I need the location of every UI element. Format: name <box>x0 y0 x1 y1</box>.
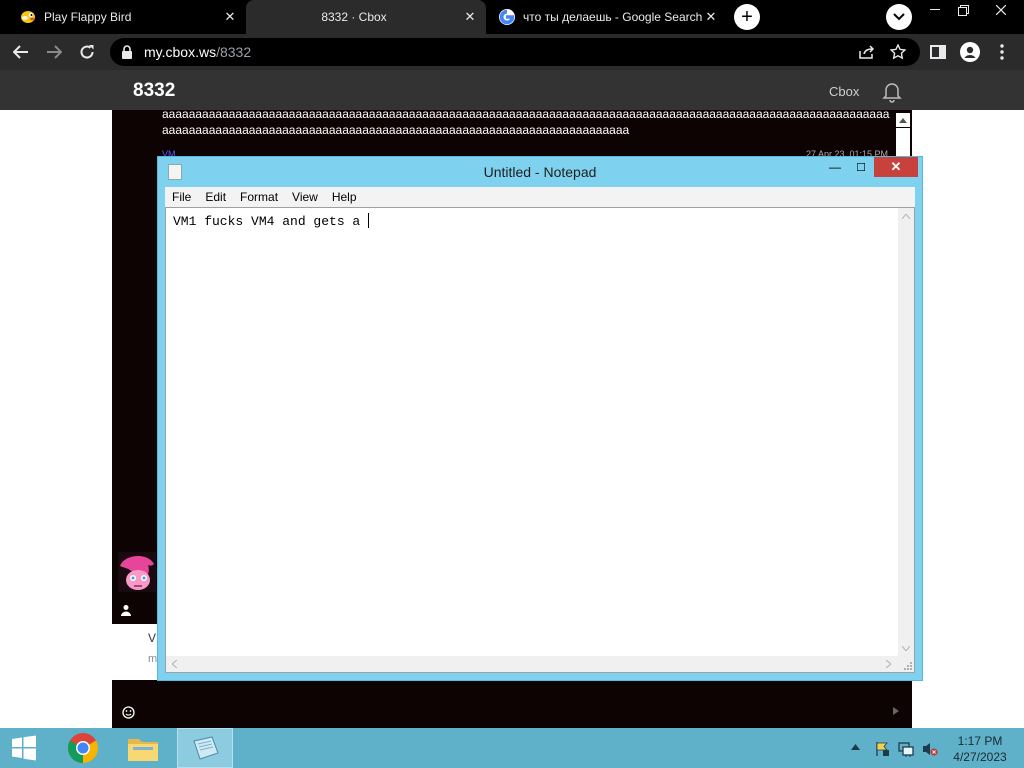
window-restore-button[interactable] <box>948 0 978 20</box>
chevron-down-icon <box>893 13 905 21</box>
notepad-title: Untitled - Notepad <box>483 164 597 180</box>
share-button[interactable] <box>855 40 879 64</box>
tab-title: 8332 · Cbox <box>321 10 387 24</box>
tab-close-icon[interactable]: ✕ <box>462 9 478 25</box>
browser-toolbar: my.cbox.ws/8332 <box>0 34 1024 70</box>
menu-file[interactable]: File <box>165 190 198 204</box>
action-center-flag-icon[interactable] <box>874 741 890 762</box>
side-panel-button[interactable] <box>926 40 950 64</box>
notepad-horizontal-scrollbar[interactable] <box>166 656 898 672</box>
address-host: my.cbox.ws <box>144 44 217 60</box>
restore-icon <box>957 4 969 16</box>
menu-edit[interactable]: Edit <box>198 190 233 204</box>
address-bar[interactable]: my.cbox.ws/8332 <box>110 38 920 66</box>
notepad-minimize-button[interactable]: — <box>822 157 848 177</box>
network-icon[interactable] <box>898 741 914 762</box>
page-title: 8332 <box>133 80 176 101</box>
scroll-down-icon[interactable] <box>901 643 911 653</box>
menu-format[interactable]: Format <box>233 190 285 204</box>
profile-button[interactable] <box>958 40 982 64</box>
tab-close-icon[interactable]: ✕ <box>703 9 719 25</box>
tab-title: Play Flappy Bird <box>44 10 132 24</box>
notepad-vertical-scrollbar[interactable] <box>898 208 914 656</box>
profile-icon <box>960 42 980 62</box>
more-vertical-icon <box>1000 44 1004 60</box>
arrow-right-icon <box>47 45 62 59</box>
chat-message: aaaaaaaaaaaaaaaaaaaaaaaaaaaaaaaaaaaaaaaa… <box>162 107 890 137</box>
google-icon <box>499 9 515 25</box>
tab-flappy-bird[interactable]: Play Flappy Bird ✕ <box>8 0 246 34</box>
taskbar-chrome-button[interactable] <box>55 728 110 768</box>
window-close-button[interactable] <box>986 0 1016 20</box>
clock-time: 1:17 PM <box>957 734 1003 748</box>
notepad-text: VM1 fucks VM4 and gets a <box>173 214 369 229</box>
scroll-left-icon[interactable] <box>171 659 178 670</box>
flappy-bird-icon <box>20 9 36 25</box>
back-button[interactable] <box>9 40 33 64</box>
address-path: /8332 <box>216 44 252 60</box>
new-tab-button[interactable]: + <box>734 4 760 30</box>
tab-cbox[interactable]: 8332 · Cbox ✕ <box>246 0 486 34</box>
side-panel-icon <box>930 45 946 59</box>
bell-icon <box>882 83 902 103</box>
clock-date: 4/27/2023 <box>953 750 1007 764</box>
tab-search-button[interactable] <box>886 4 912 30</box>
tab-title: что ты делаешь - Google Search <box>523 10 703 24</box>
reload-button[interactable] <box>75 40 99 64</box>
avatar <box>118 552 156 592</box>
scroll-right-icon[interactable] <box>885 659 892 670</box>
taskbar-clock[interactable]: 1:17 PM 4/27/2023 <box>946 733 1014 765</box>
notifications-button[interactable] <box>880 79 904 108</box>
taskbar <box>0 728 1024 768</box>
text-caret <box>368 213 370 228</box>
menu-help[interactable]: Help <box>325 190 364 204</box>
scroll-up-icon[interactable] <box>901 211 911 221</box>
send-arrow-icon[interactable] <box>893 707 899 717</box>
menu-button[interactable] <box>990 40 1014 64</box>
forward-button[interactable] <box>42 40 66 64</box>
minimize-icon <box>930 9 940 10</box>
tab-close-icon[interactable]: ✕ <box>222 9 238 25</box>
window-minimize-button[interactable] <box>920 0 950 20</box>
close-icon <box>996 5 1006 15</box>
star-icon <box>890 44 906 60</box>
tab-google-search[interactable]: что ты делаешь - Google Search ✕ <box>487 0 727 34</box>
notepad-maximize-button[interactable]: ☐ <box>848 157 874 177</box>
resize-grip-icon[interactable] <box>898 656 914 672</box>
windows-logo-icon <box>12 735 36 761</box>
chat-message-field[interactable]: m <box>148 653 157 665</box>
volume-muted-icon[interactable] <box>922 741 938 762</box>
lock-icon <box>122 45 132 59</box>
show-hidden-icons-button[interactable] <box>851 742 860 752</box>
chat-bottom-bar <box>112 700 912 728</box>
menu-view[interactable]: View <box>285 190 325 204</box>
chrome-icon <box>67 733 98 763</box>
taskbar-explorer-button[interactable] <box>114 728 172 768</box>
notepad-text-area[interactable]: VM1 fucks VM4 and gets a <box>165 207 915 673</box>
share-icon <box>859 45 875 59</box>
notepad-menubar: File Edit Format View Help <box>165 187 915 207</box>
arrow-left-icon <box>13 45 28 59</box>
bookmark-button[interactable] <box>886 40 910 64</box>
notepad-icon <box>193 736 219 760</box>
notepad-close-button[interactable]: ✕ <box>874 157 918 177</box>
cbox-link[interactable]: Cbox <box>829 84 859 99</box>
chat-name-field[interactable]: V <box>148 631 156 645</box>
user-icon[interactable] <box>120 603 138 621</box>
taskbar-notepad-button[interactable] <box>177 728 233 768</box>
chat-scroll-up-button[interactable] <box>896 113 910 127</box>
triangle-up-icon <box>899 117 907 123</box>
reload-icon <box>80 45 94 59</box>
notepad-window: Untitled - Notepad — ☐ ✕ File Edit Forma… <box>157 156 923 681</box>
chat-scrollbar[interactable] <box>896 128 910 158</box>
smiley-icon[interactable] <box>122 706 135 722</box>
folder-icon <box>128 739 158 761</box>
start-button[interactable] <box>0 728 48 768</box>
notepad-titlebar[interactable]: Untitled - Notepad — ☐ ✕ <box>158 157 922 187</box>
